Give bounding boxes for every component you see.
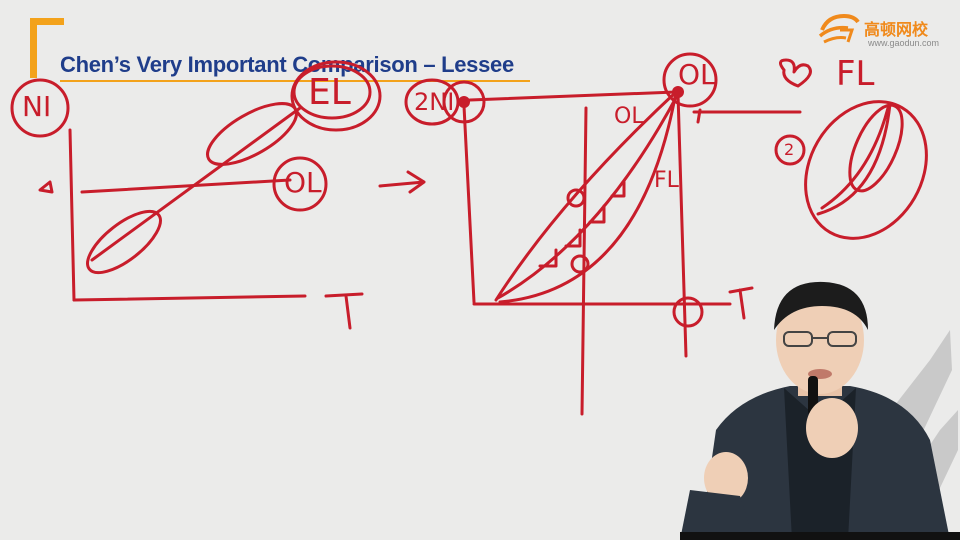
right-graph-intersect-lower — [570, 254, 590, 274]
t-left-glyph — [324, 292, 364, 330]
two-ni-label: 2NI — [414, 88, 455, 116]
right-graph-y-axis — [462, 104, 476, 304]
far-right-curve — [816, 102, 892, 216]
left-graph-el-line — [90, 106, 302, 262]
lectern-edge — [680, 532, 960, 540]
lecture-slide: Chen’s Very Important Comparison – Lesse… — [0, 0, 960, 540]
right-graph-top-line — [468, 90, 678, 102]
left-graph-x-axis — [72, 294, 307, 302]
left-graph-lower-highlight — [86, 209, 162, 275]
presenter-right-hand — [806, 398, 858, 458]
ol-left-label: OL — [284, 166, 322, 199]
ol-right-mid-label: OL — [614, 104, 644, 129]
fl-right-mid-label: FL — [654, 168, 679, 193]
circle-two-text: 2 — [784, 140, 795, 159]
far-right-outer-ellipse — [804, 100, 928, 240]
circle-one-heart — [779, 58, 812, 88]
fl-far-label: FL — [836, 54, 875, 94]
el-label: EL — [308, 72, 351, 113]
transition-arrow — [378, 170, 426, 194]
right-graph-inner-vertical — [580, 106, 588, 416]
ol-right-top-label: OL — [678, 58, 716, 91]
ni-label: NI — [22, 90, 52, 123]
fl-curve — [498, 90, 678, 304]
origin-dot — [458, 96, 470, 108]
left-small-marker — [38, 180, 54, 194]
presenter-figure — [680, 281, 960, 540]
left-graph-y-axis — [68, 128, 76, 302]
left-graph-upper-highlight — [206, 102, 298, 166]
